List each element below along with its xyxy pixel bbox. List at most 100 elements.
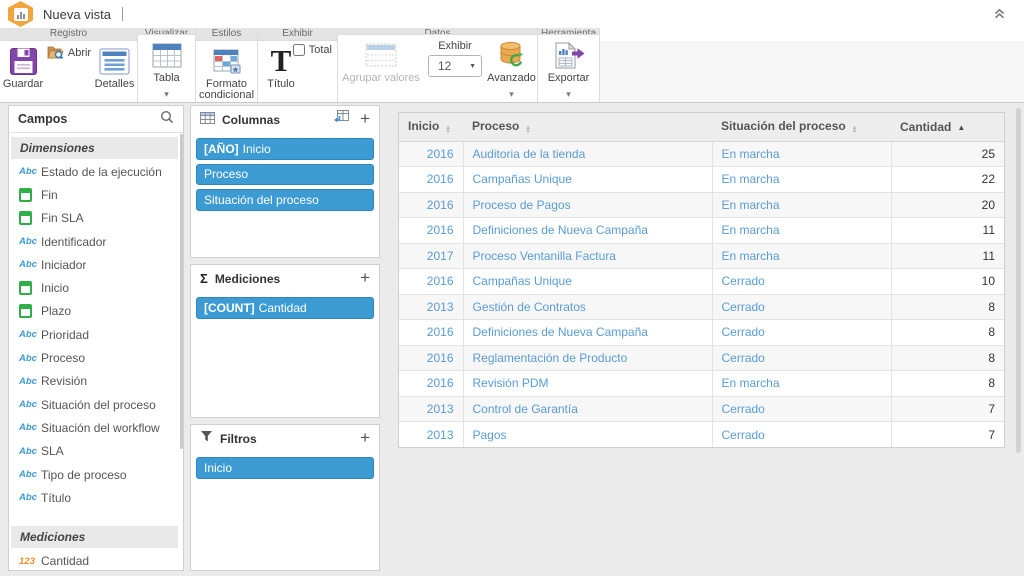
sort-icon[interactable] [445,126,450,135]
cell-cantidad: 8 [891,294,1004,320]
add-measure-button[interactable] [360,270,370,288]
detalles-button[interactable]: Detalles [92,41,137,102]
group-herramienta: Herramienta Exportar [538,28,600,102]
field-item[interactable]: Situación del proceso [9,393,183,416]
column-header[interactable]: Cantidad [891,113,1004,141]
cell-cantidad: 7 [891,422,1004,448]
field-type-icon [19,329,41,340]
field-item[interactable]: Identificador [9,230,183,253]
table-row: 2016 Campañas Unique Cerrado 10 [399,269,1004,295]
cell-cantidad: 22 [891,167,1004,193]
avanzado-button[interactable]: Avanzado [486,35,537,102]
field-item[interactable]: Iniciador [9,253,183,276]
database-advanced-icon [498,37,525,73]
dimensiones-list: Estado de la ejecución Fin Fin SLA Ident… [9,160,183,509]
field-type-icon [19,492,41,503]
field-item[interactable]: Proceso [9,346,183,369]
details-window-icon [99,43,130,79]
abrir-button[interactable]: Abrir [47,45,91,61]
column-header[interactable]: Inicio [399,113,463,141]
field-type-icon [19,188,41,202]
cell-cantidad: 8 [891,371,1004,397]
cell-inicio: 2016 [399,218,463,244]
cell-cantidad: 10 [891,269,1004,295]
table-style-icon [152,37,182,73]
cell-inicio: 2016 [399,320,463,346]
field-type-icon [19,236,41,247]
field-type-icon [19,353,41,364]
tabla-button[interactable]: Tabla [138,35,195,102]
sort-icon[interactable] [525,126,530,135]
cell-inicio: 2016 [399,371,463,397]
field-type-icon [19,211,41,225]
collapse-ribbon-icon[interactable] [993,7,1006,25]
sidebar-scrollbar[interactable] [179,134,183,568]
measure-chip[interactable]: [COUNT] Cantidad [196,297,374,319]
table-row: 2013 Gestión de Contratos Cerrado 8 [399,294,1004,320]
field-item[interactable]: Fin SLA [9,207,183,230]
sort-icon[interactable] [957,124,965,132]
page-scrollbar[interactable] [1015,105,1022,576]
guardar-button[interactable]: Guardar [0,41,46,102]
field-item[interactable]: Título [9,486,183,509]
cell-proceso: Proceso de Pagos [463,192,712,218]
column-header[interactable]: Situación del proceso [712,113,891,141]
cell-inicio: 2016 [399,269,463,295]
formato-condicional-button[interactable]: Formato condicional [196,41,257,102]
add-column-button[interactable] [360,111,370,129]
exhibir-select-value: 12 [438,59,451,73]
group-estilos-label: Estilos [196,28,257,41]
column-chip[interactable]: Proceso [196,164,374,186]
exhibir-select[interactable]: 12 ▼ [428,55,482,77]
field-item[interactable]: Inicio [9,276,183,299]
filtros-panel: Filtros Inicio [190,424,380,571]
cell-inicio: 2016 [399,141,463,167]
exportar-dropdown-caret-icon[interactable] [566,84,571,102]
campos-panel: Campos Dimensiones Estado de la ejecució… [8,105,184,571]
field-item[interactable]: Situación del workflow [9,416,183,439]
cell-inicio: 2013 [399,294,463,320]
cell-proceso: Definiciones de Nueva Campaña [463,218,712,244]
pivot-icon[interactable] [333,110,349,129]
ribbon: Registro Guardar Abrir [0,28,1024,103]
field-type-icon [19,259,41,270]
field-item[interactable]: Tipo de proceso [9,463,183,486]
field-item[interactable]: Estado de la ejecución [9,160,183,183]
field-type-icon [19,376,41,387]
group-visualizar-label: Visualizar [138,28,195,35]
total-checkbox-label: Total [309,44,332,56]
column-header[interactable]: Proceso [463,113,712,141]
table-row: 2016 Auditoria de la tienda En marcha 25 [399,141,1004,167]
mediciones-panel: Mediciones [COUNT] Cantidad [190,264,380,418]
field-item[interactable]: Prioridad [9,323,183,346]
cell-cantidad: 25 [891,141,1004,167]
campos-header: Campos [9,106,183,133]
column-chip[interactable]: Situación del proceso [196,189,374,211]
view-title[interactable]: Nueva vista [43,7,111,22]
search-icon[interactable] [160,110,174,129]
field-type-icon [19,422,41,433]
cell-situacion: En marcha [712,141,891,167]
column-chip[interactable]: [AÑO] Inicio [196,138,374,160]
cell-cantidad: 8 [891,320,1004,346]
add-filter-button[interactable] [360,430,370,448]
field-item[interactable]: Plazo [9,300,183,323]
table-row: 2016 Definiciones de Nueva Campaña En ma… [399,218,1004,244]
tabla-dropdown-caret-icon[interactable] [164,84,169,102]
field-item[interactable]: SLA [9,440,183,463]
avanzado-dropdown-caret-icon[interactable] [509,84,514,102]
mediciones-header: Mediciones [191,265,379,292]
table-row: 2013 Control de Garantía Cerrado 7 [399,396,1004,422]
field-item[interactable]: Fin [9,183,183,206]
sort-icon[interactable] [852,126,857,135]
total-checkbox[interactable] [293,44,305,56]
title-cursor [122,7,123,21]
group-datos: Datos Agrupar valores Exhibir 12 ▼ Avanz [338,28,538,102]
exportar-button[interactable]: Exportar [538,35,599,102]
field-item[interactable]: Revisión [9,370,183,393]
field-item[interactable]: Cantidad [9,549,183,572]
columnas-chips: [AÑO] Inicio Proceso Situación del proce… [191,133,379,216]
filter-chip[interactable]: Inicio [196,457,374,479]
cell-cantidad: 20 [891,192,1004,218]
table-row: 2016 Revisión PDM En marcha 8 [399,371,1004,397]
